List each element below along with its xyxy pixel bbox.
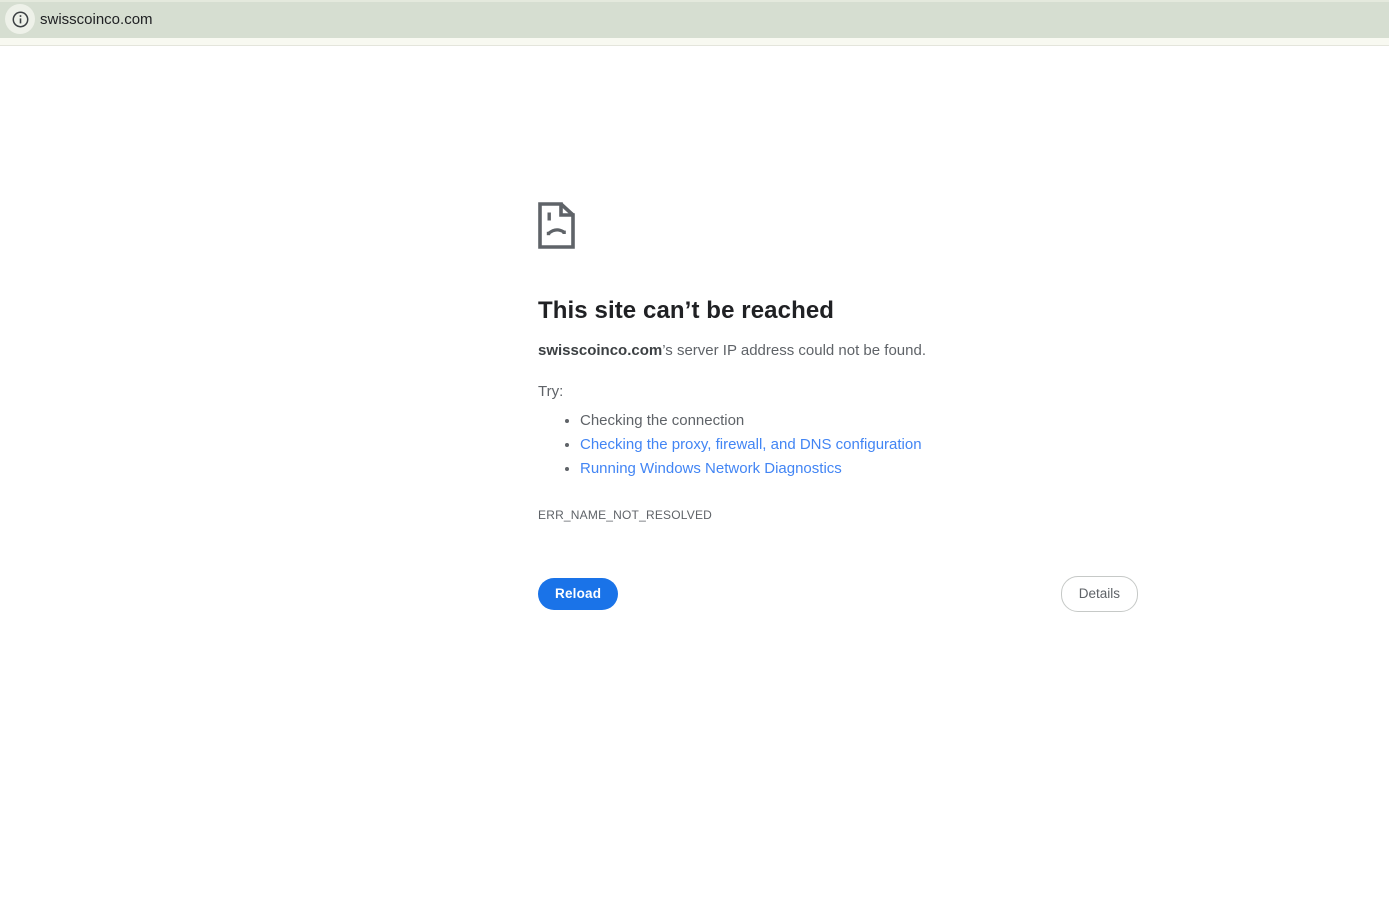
browser-toolbar: swisscoinco.com (0, 0, 1389, 38)
proxy-dns-link[interactable]: Checking the proxy, firewall, and DNS co… (580, 436, 922, 453)
info-icon (12, 11, 29, 28)
error-code: ERR_NAME_NOT_RESOLVED (538, 508, 713, 522)
site-info-button[interactable] (5, 4, 35, 34)
page-title: This site can’t be reached (538, 297, 835, 324)
details-button[interactable]: Details (1060, 576, 1138, 612)
error-domain: swisscoinco.com (538, 342, 663, 359)
suggestion-check-connection: Checking the connection (580, 409, 1138, 433)
try-label: Try: (538, 383, 564, 400)
error-subtitle: swisscoinco.com’s server IP address coul… (538, 341, 1138, 361)
suggestion-network-diagnostics: Running Windows Network Diagnostics (580, 457, 1138, 481)
error-page: This site can’t be reached swisscoinco.c… (538, 202, 1138, 612)
suggestion-proxy-dns: Checking the proxy, firewall, and DNS co… (580, 433, 1138, 457)
sad-page-icon (538, 202, 1138, 249)
buttons-row: Reload Details (538, 576, 1138, 612)
suggestion-list: Checking the connection Checking the pro… (538, 409, 1138, 481)
reload-button[interactable]: Reload (538, 578, 619, 610)
toolbar-bottom-strip (0, 38, 1389, 46)
address-bar-url[interactable]: swisscoinco.com (40, 0, 153, 38)
error-subtitle-text: ’s server IP address could not be found. (662, 342, 926, 359)
network-diagnostics-link[interactable]: Running Windows Network Diagnostics (580, 460, 842, 477)
